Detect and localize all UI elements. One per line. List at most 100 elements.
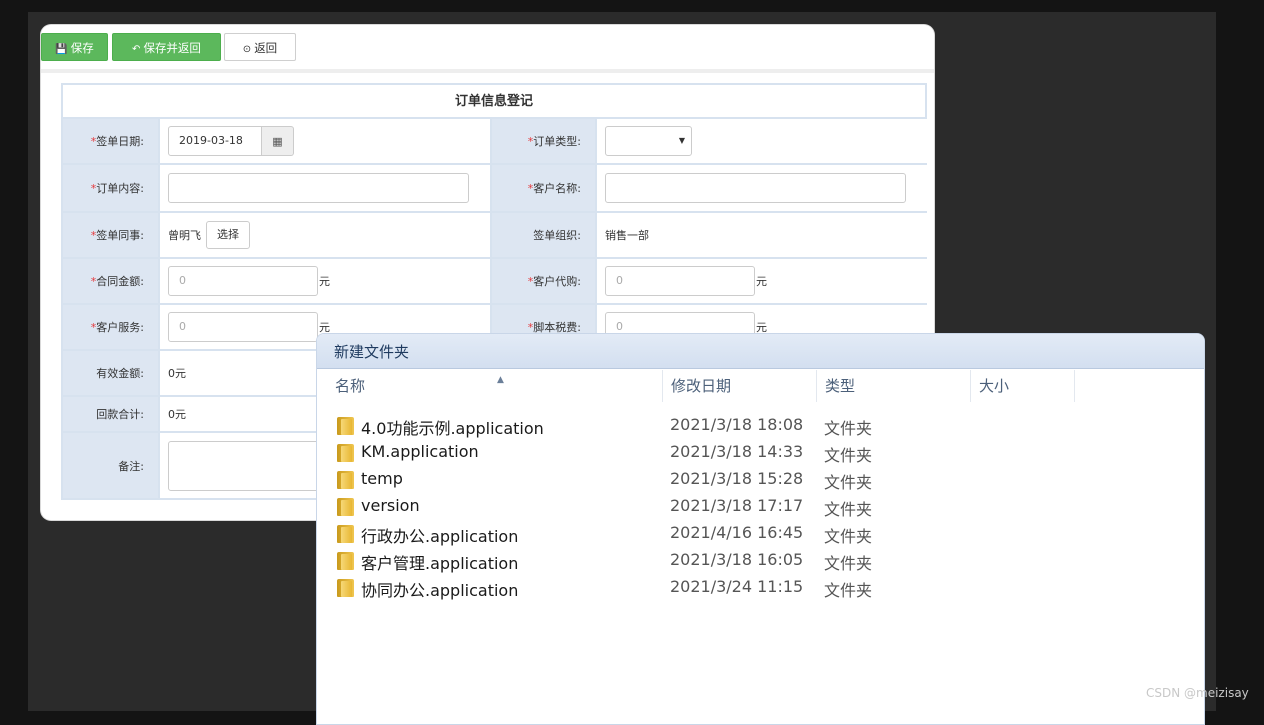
sort-up-icon: ▲ <box>497 375 504 385</box>
file-row[interactable]: temp 2021/3/18 15:28 文件夹 <box>317 466 1204 493</box>
file-name: 行政办公.application <box>361 527 519 546</box>
back-button[interactable]: ⊙ 返回 <box>224 33 296 61</box>
explorer-title-bar: 新建文件夹 <box>317 334 1204 369</box>
sign-org-value: 销售一部 <box>605 229 649 242</box>
unit-label: 元 <box>319 275 330 288</box>
reply-arrow-icon: ↶ <box>132 44 141 55</box>
folder-icon <box>337 417 354 435</box>
file-type: 文件夹 <box>824 581 873 600</box>
customer-service-input[interactable]: 0 <box>168 312 318 342</box>
order-content-input[interactable] <box>168 173 469 203</box>
form-title: 订单信息登记 <box>61 83 927 119</box>
column-type[interactable]: 类型 <box>817 370 971 402</box>
payment-total-value: 0元 <box>168 408 186 421</box>
sign-date-input[interactable]: 2019-03-18 <box>168 126 262 156</box>
field-label: * 签单日期: <box>63 119 160 163</box>
field-value <box>160 165 492 211</box>
customer-name-input[interactable] <box>605 173 906 203</box>
column-label: 修改日期 <box>671 377 732 395</box>
file-name: temp <box>361 469 403 488</box>
field-label: * 客户代购: <box>492 259 597 303</box>
file-name: version <box>361 496 420 515</box>
select-colleague-button[interactable]: 选择 <box>206 221 250 249</box>
file-row[interactable]: 协同办公.application 2021/3/24 11:15 文件夹 <box>317 574 1204 601</box>
column-label: 大小 <box>979 377 1010 395</box>
file-name: 协同办公.application <box>361 581 519 600</box>
field-label: * 订单类型: <box>492 119 597 163</box>
column-label: 名称 <box>335 377 366 395</box>
field-label: 备注: <box>63 433 160 498</box>
file-date: 2021/4/16 16:45 <box>670 523 804 542</box>
effective-amount-value: 0元 <box>168 367 186 380</box>
unit-label: 元 <box>756 275 767 288</box>
field-value: 0元 <box>597 259 927 303</box>
field-label: 有效金额: <box>63 351 160 395</box>
form-row-sign-date: * 签单日期: 2019-03-18 ▦ * 订单类型: ▼ <box>61 119 927 165</box>
field-value: 销售一部 <box>597 213 927 257</box>
label-text: 签单同事: <box>96 229 144 242</box>
form-toolbar: 💾 保存 ↶ 保存并返回 ⊙ 返回 <box>41 25 934 73</box>
column-label: 类型 <box>825 377 856 395</box>
file-date: 2021/3/18 15:28 <box>670 469 804 488</box>
order-type-select[interactable]: ▼ <box>605 126 692 156</box>
file-row[interactable]: 4.0功能示例.application 2021/3/18 18:08 文件夹 <box>317 412 1204 439</box>
label-text: 有效金额: <box>96 367 144 380</box>
file-type: 文件夹 <box>824 554 873 573</box>
back-button-label: 返回 <box>254 41 278 55</box>
file-type: 文件夹 <box>824 527 873 546</box>
explorer-column-header: 名称 ▲ 修改日期 类型 大小 <box>317 370 1204 402</box>
column-size[interactable]: 大小 <box>971 370 1075 402</box>
file-type: 文件夹 <box>824 500 873 519</box>
save-and-return-button[interactable]: ↶ 保存并返回 <box>112 33 221 61</box>
file-row[interactable]: version 2021/3/18 17:17 文件夹 <box>317 493 1204 520</box>
folder-icon <box>337 498 354 516</box>
file-date: 2021/3/18 17:17 <box>670 496 804 515</box>
folder-icon <box>337 552 354 570</box>
save-button[interactable]: 💾 保存 <box>41 33 108 61</box>
label-text: 备注: <box>118 459 144 473</box>
file-date: 2021/3/24 11:15 <box>670 577 804 596</box>
folder-icon <box>337 444 354 462</box>
field-value: 0元 <box>160 259 492 303</box>
watermark-text: CSDN @meizisay <box>1146 686 1249 700</box>
label-text: 回款合计: <box>96 408 144 421</box>
file-date: 2021/3/18 18:08 <box>670 415 804 434</box>
save-and-return-label: 保存并返回 <box>143 41 201 55</box>
file-date: 2021/3/18 14:33 <box>670 442 804 461</box>
file-row[interactable]: KM.application 2021/3/18 14:33 文件夹 <box>317 439 1204 466</box>
file-date: 2021/3/18 16:05 <box>670 550 804 569</box>
file-row[interactable]: 客户管理.application 2021/3/18 16:05 文件夹 <box>317 547 1204 574</box>
screenshot-background: 💾 保存 ↶ 保存并返回 ⊙ 返回 订单信息登记 * 签单日期: 2019-03-18 … <box>0 0 1264 725</box>
circle-back-icon: ⊙ <box>242 44 252 55</box>
label-text: 客户服务: <box>96 321 144 334</box>
column-name[interactable]: 名称 ▲ <box>327 370 663 402</box>
explorer-window: 新建文件夹 名称 ▲ 修改日期 类型 大小 4.0功能示例.application… <box>316 333 1205 725</box>
sign-colleague-value: 曾明飞 <box>168 229 201 242</box>
folder-icon <box>337 525 354 543</box>
field-value: 曾明飞 选择 <box>160 213 492 257</box>
field-label: * 订单内容: <box>63 165 160 211</box>
field-label: * 合同金额: <box>63 259 160 303</box>
chevron-down-icon: ▼ <box>678 136 685 145</box>
folder-icon <box>337 579 354 597</box>
calendar-icon[interactable]: ▦ <box>262 126 294 156</box>
field-label: * 客户服务: <box>63 305 160 349</box>
field-label: * 客户名称: <box>492 165 597 211</box>
label-text: 订单内容: <box>96 182 144 195</box>
label-text: 签单日期: <box>96 135 144 148</box>
file-name: KM.application <box>361 442 479 461</box>
label-text: 客户代购: <box>533 275 581 288</box>
field-label: 签单组织: <box>492 213 597 257</box>
save-button-label: 保存 <box>70 41 94 55</box>
file-name: 客户管理.application <box>361 554 519 573</box>
form-row-contract-amount: * 合同金额: 0元 * 客户代购: 0元 <box>61 259 927 305</box>
contract-amount-input[interactable]: 0 <box>168 266 318 296</box>
label-text: 签单组织: <box>533 229 581 242</box>
file-type: 文件夹 <box>824 473 873 492</box>
field-value: 2019-03-18 ▦ <box>160 119 492 163</box>
file-row[interactable]: 行政办公.application 2021/4/16 16:45 文件夹 <box>317 520 1204 547</box>
column-date[interactable]: 修改日期 <box>663 370 817 402</box>
form-row-sign-colleague: * 签单同事: 曾明飞 选择 签单组织: 销售一部 <box>61 213 927 259</box>
label-text: 客户名称: <box>533 182 581 195</box>
customer-purchase-input[interactable]: 0 <box>605 266 755 296</box>
